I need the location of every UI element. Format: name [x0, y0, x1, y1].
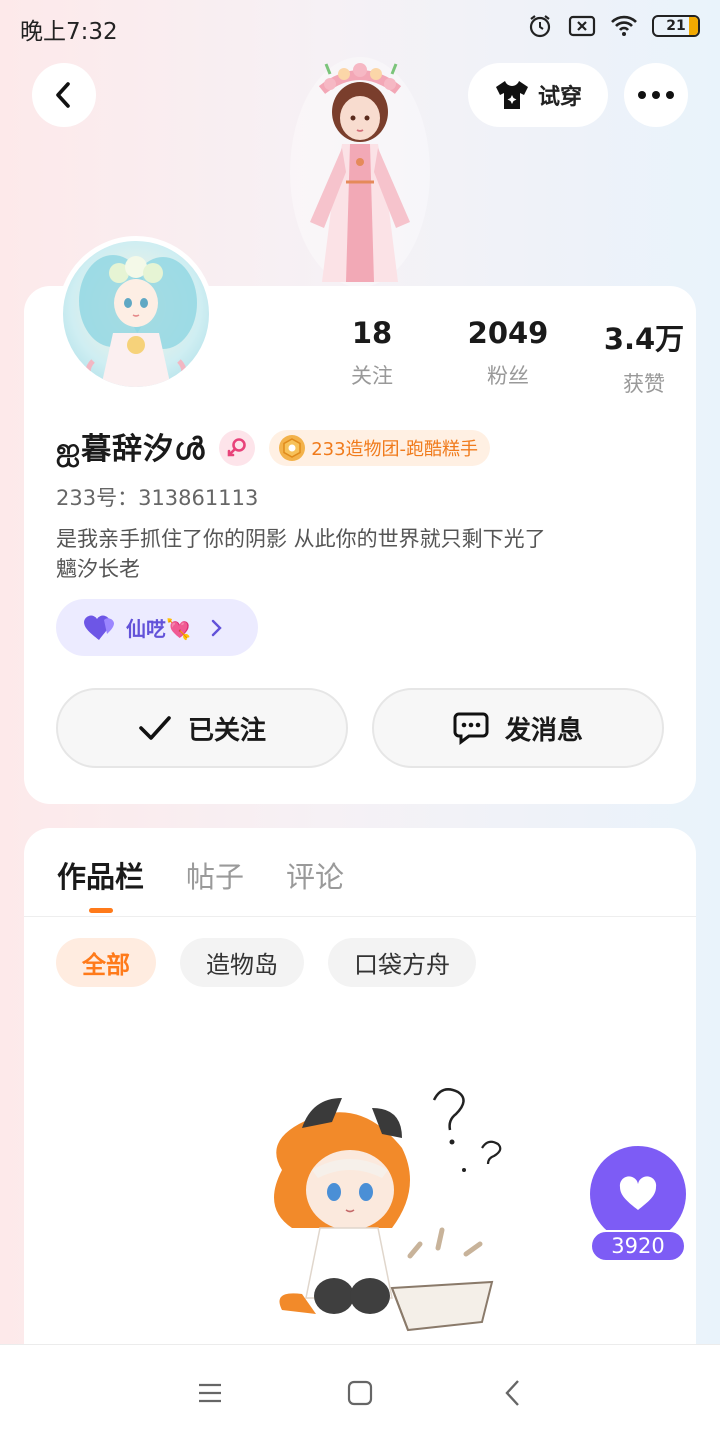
team-emblem-icon: [279, 434, 306, 461]
chevron-right-icon: [211, 619, 222, 636]
message-label: 发消息: [504, 715, 583, 746]
avatar[interactable]: [58, 236, 214, 392]
works-card: 作品栏 帖子 评论 全部 造物岛 口袋方舟: [24, 828, 696, 1348]
stat-value: 2049: [467, 316, 549, 350]
stat-label: 粉丝: [487, 364, 529, 388]
chevron-left-icon: [56, 82, 70, 108]
status-bar: 晚上7:32 21: [0, 0, 720, 52]
user-id: 233号：313861113: [56, 486, 259, 510]
tab-comments[interactable]: 评论: [286, 854, 344, 896]
avatar-figure[interactable]: [280, 52, 440, 292]
back-triangle-icon[interactable]: [494, 1375, 530, 1411]
status-icons: 21: [526, 12, 700, 40]
like-count: 3920: [590, 1230, 686, 1262]
filter-all[interactable]: 全部: [56, 938, 156, 987]
back-button[interactable]: [32, 63, 96, 127]
sim-off-icon: [568, 12, 596, 40]
filter-pocket-ark[interactable]: 口袋方舟: [328, 938, 476, 987]
wifi-icon: [610, 12, 638, 40]
purple-heart-icon: [84, 615, 114, 640]
home-square-icon[interactable]: [342, 1375, 378, 1411]
bio-line: 是我亲手抓住了你的阴影 从此你的世界就只剩下光了: [56, 527, 546, 551]
message-button[interactable]: 发消息: [372, 688, 664, 768]
more-dots-icon: [638, 91, 674, 99]
action-buttons: 已关注 发消息: [56, 688, 664, 768]
team-badge[interactable]: 233造物团-跑酷糕手: [269, 429, 491, 466]
heart-icon: [619, 1176, 657, 1210]
stat-following[interactable]: 18 关注: [304, 316, 440, 398]
tshirt-sparkle-icon: [495, 81, 528, 109]
filter-creation-island[interactable]: 造物岛: [180, 938, 304, 987]
followed-button[interactable]: 已关注: [56, 688, 348, 768]
name-row: ஐ暮辞汐ൾ 233造物团-跑酷糕手: [56, 424, 491, 471]
bio-line: 魑汐长老: [56, 557, 140, 581]
try-on-label: 试穿: [537, 85, 582, 110]
tab-posts[interactable]: 帖子: [186, 854, 244, 896]
battery-icon: 21: [652, 15, 700, 37]
female-icon: [219, 429, 256, 466]
followed-label: 已关注: [187, 715, 266, 746]
tab-divider: [24, 916, 696, 917]
stat-label: 关注: [351, 364, 393, 388]
username: ஐ暮辞汐ൾ: [56, 432, 206, 467]
group-pill[interactable]: 仙呓💘: [56, 599, 258, 656]
stat-value: 18: [351, 316, 393, 350]
try-on-button[interactable]: 试穿: [468, 63, 608, 127]
stats-row: 18 关注 2049 粉丝 3.4万 获赞: [304, 316, 712, 398]
stat-fans[interactable]: 2049 粉丝: [440, 316, 576, 398]
alarm-icon: [526, 12, 554, 40]
status-time: 晚上7:32: [20, 19, 118, 45]
check-icon: [139, 716, 171, 740]
chat-bubble-icon: [453, 712, 489, 745]
bio: 是我亲手抓住了你的阴影 从此你的世界就只剩下光了 魑汐长老: [56, 524, 676, 584]
team-badge-label: 233造物团-跑酷糕手: [311, 438, 479, 460]
filter-chips: 全部 造物岛 口袋方舟: [56, 938, 476, 987]
content-tabs: 作品栏 帖子 评论: [57, 854, 344, 913]
empty-state-illustration: [242, 1078, 502, 1338]
more-button[interactable]: [624, 63, 688, 127]
battery-level: 21: [666, 18, 686, 34]
tab-works[interactable]: 作品栏: [57, 854, 144, 913]
group-name: 仙呓💘: [126, 617, 191, 641]
stat-value: 3.4万: [603, 322, 685, 356]
menu-icon[interactable]: [192, 1375, 228, 1411]
stat-likes[interactable]: 3.4万 获赞: [576, 316, 712, 398]
like-button[interactable]: [590, 1146, 686, 1242]
system-nav-bar: [0, 1344, 720, 1440]
stat-label: 获赞: [623, 372, 665, 396]
